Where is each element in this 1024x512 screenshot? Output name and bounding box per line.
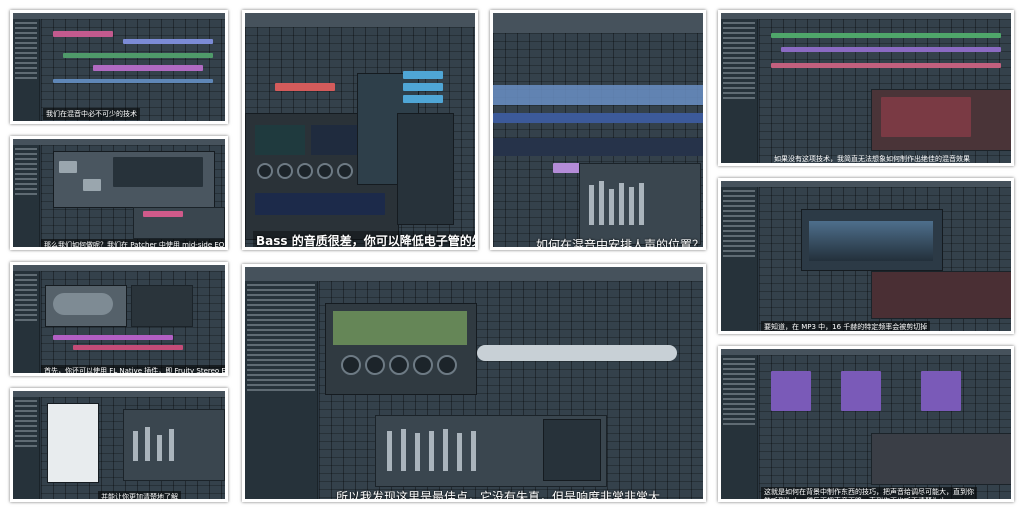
screenshot-panel-background-trick: 这就是如何在背景中制作东西的技巧，把声音给调尽可能大，直到你能听到为止，然后再把…: [718, 346, 1014, 502]
caption-1: 我们在混音中必不可少的技术: [43, 108, 140, 120]
caption-2: 那么我们如何做呢？我们在 Patcher 中使用 mid-side EQ 插件: [41, 239, 225, 247]
audio-waveform: [477, 345, 677, 361]
caption-4: 并能让你更加清楚地了解: [98, 491, 181, 499]
caption-technique: 如果没有这项技术，我简直无法想象如何制作出绝佳的混音效果: [774, 155, 970, 163]
screenshot-panel-limiter: 所以我发现这里是最佳点，它没有失真，但是响度非常非常大: [242, 264, 706, 502]
browser-sidebar: [245, 281, 318, 499]
browser-sidebar: [13, 19, 40, 121]
screenshot-panel-bass-synth: Bass 的音质很差，你可以降低电子管的失真度: [242, 10, 478, 250]
screenshot-panel-patcher: 那么我们如何做呢？我们在 Patcher 中使用 mid-side EQ 插件: [10, 136, 228, 250]
screenshot-panel-stereo-enhancer: 首先，你还可以使用 FL Native 插件，即 Fruity Stereo E…: [10, 262, 228, 376]
screenshot-panel-mixing-arrangement: 我们在混音中必不可少的技术: [10, 10, 228, 124]
vocal-waveform: [493, 85, 703, 105]
caption-vocal: 如何在混音中安排人声的位置？: [536, 238, 705, 250]
context-menu: [47, 403, 99, 483]
screenshot-panel-technique: 如果没有这项技术，我简直无法想象如何制作出绝佳的混音效果: [718, 10, 1014, 166]
screenshot-panel-menu: 并能让你更加清楚地了解: [10, 388, 228, 502]
caption-background: 这就是如何在背景中制作东西的技巧，把声音给调尽可能大，直到你能听到为止，然后再把…: [761, 487, 977, 499]
screenshot-panel-vocal-arrangement: 如何在混音中安排人声的位置？: [490, 10, 706, 250]
caption-eq: 要知道，在 MP3 中，16 千赫的特定频率会被剪切掉: [761, 321, 931, 331]
screenshot-panel-eq-spectrum: 要知道，在 MP3 中，16 千赫的特定频率会被剪切掉: [718, 178, 1014, 334]
caption-bass: Bass 的音质很差，你可以降低电子管的失真度: [253, 231, 475, 247]
caption-limiter: 所以我发现这里是最佳点，它没有失真，但是响度非常非常大: [336, 490, 661, 502]
caption-3: 首先，你还可以使用 FL Native 插件，即 Fruity Stereo E…: [41, 365, 225, 373]
